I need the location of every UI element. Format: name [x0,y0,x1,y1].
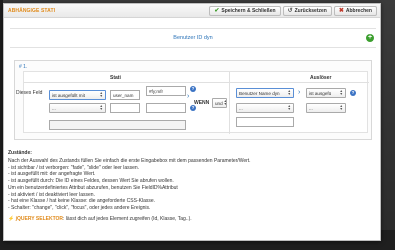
trigger-field-select[interactable]: Benutzer Name dyn ▲ ▼ [236,88,294,98]
section-title: Benutzer ID dyn [173,35,213,41]
cancel-icon: ✖ [338,7,344,14]
save-and-close-label: Speichern & Schließen [221,7,276,14]
dieses-feld-label: Dieses Feld [16,90,43,96]
rule-table: Stati Auslöser Dieses Feld ist ausgefüll… [16,71,369,134]
jquery-selector-note: ⚡ jQUERY SELEKTOR: lässt dich auf jedes … [8,216,378,222]
logic-select-value: und [215,100,223,106]
header-button-group: ✔ Speichern & Schließen ↺ Zurücksetzen ✖… [209,5,380,16]
lightning-icon: ⚡ [8,215,15,222]
dialog-title: ABHÄNGIGE STATI [8,7,56,14]
help-line: - ist ausgefüllt mit: der angefragte Wer… [8,171,96,178]
states-help-text: Zustände: Nach der Auswahl des Zustands … [8,150,378,240]
ausloeser-column-header: Auslöser [310,75,332,81]
value-input-2[interactable] [110,103,140,113]
trigger-field-select-2-value: ... [239,105,243,111]
operator-select-2[interactable]: ... ▲ ▼ [306,103,346,113]
trigger-value-input[interactable] [236,117,294,127]
field-section-header: Benutzer ID dyn + [10,28,376,48]
operator-select[interactable]: ist ausgefü ▲ ▼ [306,88,346,98]
plus-icon: + [367,34,373,41]
help-line: - Schalter: "change", "click", "focus", … [8,204,151,211]
help-line: Nach der Auswahl des Zustands füllen Sie… [8,158,251,164]
help-icon[interactable]: ? [190,86,196,92]
chevron-right-icon: › [187,93,190,100]
state-select-2[interactable]: ... ▲ ▼ [49,103,106,113]
wenn-label: WENN [194,100,210,106]
reset-icon: ↺ [287,7,293,14]
field-id-input-text: #fy;mfr [149,88,164,94]
trigger-field-select-value: Benutzer Name dyn [239,90,280,96]
operator-select-2-value: ... [309,105,313,111]
logic-select[interactable]: und ▲ ▼ [212,98,227,108]
dialog-header: ABHÄNGIGE STATI ✔ Speichern & Schließen … [4,4,380,18]
updown-arrows-icon: ▲ ▼ [287,104,291,111]
rule-number: # 1. [19,64,28,70]
cancel-label: Abbrechen [345,7,372,14]
reset-label: Zurücksetzen [294,7,327,14]
jquery-selector-label: jQUERY SELEKTOR [15,215,64,222]
add-rule-button[interactable]: + [366,34,374,42]
jquery-selector-text: : lässt dich auf jedes Element zugreifen… [63,215,192,222]
help-line: - ist ausgefüllt durch: Die ID eines Fel… [8,178,174,185]
save-and-close-button[interactable]: ✔ Speichern & Schließen [209,5,281,16]
updown-arrows-icon: ▲ ▼ [339,104,343,111]
help-line: - hat eine Klasse / hat keine Klasse: di… [8,198,156,205]
header-divider [24,82,369,83]
chevron-right-icon: › [298,89,301,96]
background-right-panel [381,0,395,250]
help-line: - ist sichtbar / ist verborgen: "fade", … [8,164,140,171]
help-icon[interactable]: ? [190,105,196,111]
updown-arrows-icon: ▲ ▼ [287,89,291,96]
trigger-field-select-2[interactable]: ... ▲ ▼ [236,103,294,113]
additional-input[interactable] [49,120,186,130]
operator-select-value: ist ausgefü [309,90,332,96]
updown-arrows-icon: ▲ ▼ [99,91,103,98]
stati-column-header: Stati [110,75,121,81]
check-icon: ✔ [214,7,220,14]
cancel-button[interactable]: ✖ Abbrechen [333,5,377,16]
updown-arrows-icon: ▲ ▼ [339,89,343,96]
value-input[interactable]: user_nam [110,90,140,100]
help-icon[interactable]: ? [350,90,356,96]
field-id-input-2[interactable] [146,103,186,113]
updown-arrows-icon: ▲ ▼ [223,99,227,106]
state-select[interactable]: ist ausgefüllt mit ▲ ▼ [49,90,106,100]
rule-box: # 1. Stati Auslöser Dieses Feld ist ausg… [14,60,372,140]
dependent-states-dialog: ABHÄNGIGE STATI ✔ Speichern & Schließen … [3,3,381,241]
reset-button[interactable]: ↺ Zurücksetzen [282,5,332,16]
updown-arrows-icon: ▲ ▼ [99,104,103,111]
state-select-value: ist ausgefüllt mit [52,92,85,98]
help-line: - ist aktiviert / ist deaktiviert leer l… [8,191,95,198]
states-help-title: Zustände: [8,150,32,156]
field-id-input[interactable]: #fy;mfr [146,86,186,96]
value-input-text: user_nam [113,92,134,98]
help-line: Um ein benutzerdefiniertes Attribut abzu… [8,184,178,191]
state-select-2-value: ... [52,105,56,111]
